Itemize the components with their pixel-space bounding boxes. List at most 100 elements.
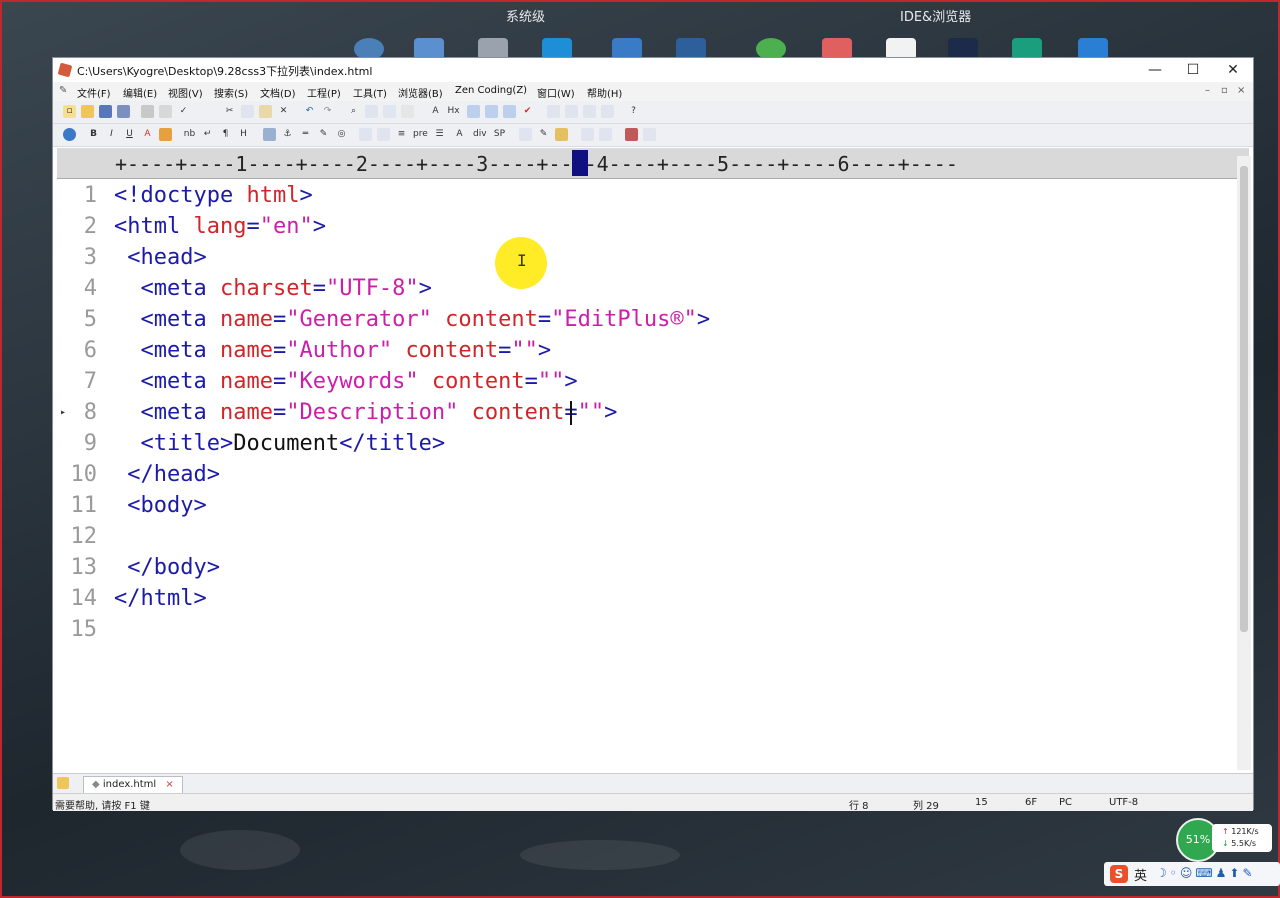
spellcheck-icon[interactable]: ✓ [177, 105, 190, 118]
brush-icon[interactable]: ✎ [537, 128, 550, 141]
code-line[interactable]: 9 <title>Document</title> [57, 428, 1235, 459]
open-folder-icon[interactable] [81, 105, 94, 118]
undo-icon[interactable]: ↶ [303, 105, 316, 118]
code-line[interactable]: 1 <!doctype html> [57, 180, 1235, 211]
panel-icon[interactable] [565, 105, 578, 118]
span-icon[interactable]: SP [493, 128, 506, 141]
save-all-icon[interactable] [117, 105, 130, 118]
code-line[interactable]: 12 [57, 521, 1235, 552]
tools-icon[interactable] [555, 128, 568, 141]
menu-search[interactable]: 搜索(S) [214, 85, 248, 100]
mdi-minimize-button[interactable]: – [1205, 85, 1210, 96]
code-line[interactable]: 5 <meta name="Generator" content="EditPl… [57, 304, 1235, 335]
paragraph-icon[interactable]: ¶ [219, 128, 232, 141]
underline-icon[interactable]: U [123, 128, 136, 141]
image-icon[interactable] [263, 128, 276, 141]
code-line[interactable]: 6 <meta name="Author" content=""> [57, 335, 1235, 366]
find-icon[interactable]: ⌕ [347, 105, 360, 118]
find-in-files-icon[interactable] [383, 105, 396, 118]
panel-icon[interactable] [625, 128, 638, 141]
menu-view[interactable]: 视图(V) [168, 85, 203, 100]
hex-icon[interactable]: Hx [447, 105, 460, 118]
ime-tool-icons[interactable]: ☽◦☺⌨♟⬆✎ [1156, 866, 1256, 880]
menu-document[interactable]: 文档(D) [260, 85, 296, 100]
network-monitor[interactable]: 51% ↑ 121K/s ↓ 5.5K/s [1176, 818, 1280, 862]
menu-browser[interactable]: 浏览器(B) [398, 85, 443, 100]
comment-icon[interactable]: ◎ [335, 128, 348, 141]
line-number-icon[interactable] [503, 105, 516, 118]
code-line[interactable]: 13 </body> [57, 552, 1235, 583]
code-line[interactable]: ▸8 <meta name="Description" content=""> [57, 397, 1235, 428]
code-line[interactable]: 4 <meta charset="UTF-8"> [57, 273, 1235, 304]
folder-icon[interactable] [57, 777, 69, 789]
break-icon[interactable]: ↵ [201, 128, 214, 141]
paste-icon[interactable] [259, 105, 272, 118]
code-line[interactable]: 14 </html> [57, 583, 1235, 614]
save-icon[interactable] [99, 105, 112, 118]
menu-file[interactable]: 文件(F) [77, 85, 111, 100]
code-line[interactable]: 2 <html lang="en"> [57, 211, 1235, 242]
code-line[interactable]: 15 [57, 614, 1235, 645]
ruler-icon[interactable] [485, 105, 498, 118]
bold-icon[interactable]: B [87, 128, 100, 141]
css-icon[interactable] [519, 128, 532, 141]
new-file-icon[interactable]: ▫ [63, 105, 76, 118]
menu-tools[interactable]: 工具(T) [353, 85, 387, 100]
print-icon[interactable] [141, 105, 154, 118]
menu-edit[interactable]: 编辑(E) [123, 85, 157, 100]
nbsp-icon[interactable]: nb [183, 128, 196, 141]
table-icon[interactable] [359, 128, 372, 141]
list-icon[interactable]: ☰ [433, 128, 446, 141]
code-line[interactable]: 3 <head> [57, 242, 1235, 273]
heading-icon[interactable]: H [237, 128, 250, 141]
edit-icon[interactable]: ✎ [317, 128, 330, 141]
code-editor[interactable]: 1 <!doctype html> 2 <html lang="en"> 3 <head… [57, 179, 1235, 773]
center-icon[interactable]: ≡ [395, 128, 408, 141]
div-icon[interactable]: div [473, 128, 487, 141]
maximize-button[interactable]: ☐ [1173, 60, 1213, 80]
text-box-icon[interactable]: A [453, 128, 466, 141]
redo-icon[interactable]: ↷ [321, 105, 334, 118]
help-icon[interactable]: ? [627, 105, 640, 118]
menu-project[interactable]: 工程(P) [307, 85, 341, 100]
panel-icon[interactable] [581, 128, 594, 141]
pre-icon[interactable]: pre [413, 128, 428, 141]
goto-icon[interactable] [401, 105, 414, 118]
vertical-scrollbar[interactable] [1237, 156, 1251, 770]
sogou-logo-icon[interactable]: S [1110, 865, 1128, 883]
menu-window[interactable]: 窗口(W) [537, 85, 575, 100]
cut-icon[interactable]: ✂ [223, 105, 236, 118]
panel-icon[interactable] [547, 105, 560, 118]
copy-icon[interactable] [241, 105, 254, 118]
mdi-restore-button[interactable]: ▫ [1221, 85, 1228, 96]
scrollbar-thumb[interactable] [1240, 166, 1248, 632]
mdi-close-button[interactable]: × [1237, 85, 1245, 96]
tab-close-icon[interactable]: × [165, 779, 173, 790]
browser-icon[interactable] [63, 128, 76, 141]
hr-icon[interactable]: ═ [299, 128, 312, 141]
menu-help[interactable]: 帮助(H) [587, 85, 622, 100]
font-icon[interactable]: A [429, 105, 442, 118]
panel-icon[interactable] [583, 105, 596, 118]
close-button[interactable]: ✕ [1213, 60, 1253, 80]
code-line[interactable]: 11 <body> [57, 490, 1235, 521]
word-wrap-icon[interactable] [467, 105, 480, 118]
anchor-icon[interactable]: ⚓ [281, 128, 294, 141]
code-line[interactable]: 7 <meta name="Keywords" content=""> [57, 366, 1235, 397]
menu-zen-coding[interactable]: Zen Coding(Z) [455, 85, 527, 96]
ime-language-toggle[interactable]: 英 [1134, 865, 1147, 884]
replace-icon[interactable] [365, 105, 378, 118]
check-icon[interactable]: ✔ [521, 105, 534, 118]
color-icon[interactable] [159, 128, 172, 141]
code-line[interactable]: 10 </head> [57, 459, 1235, 490]
panel-icon[interactable] [601, 105, 614, 118]
panel-icon[interactable] [599, 128, 612, 141]
delete-icon[interactable]: ✕ [277, 105, 290, 118]
font-color-icon[interactable]: A [141, 128, 154, 141]
print-preview-icon[interactable] [159, 105, 172, 118]
panel-icon[interactable] [643, 128, 656, 141]
minimize-button[interactable]: — [1135, 60, 1175, 80]
italic-icon[interactable]: I [105, 128, 118, 141]
form-icon[interactable] [377, 128, 390, 141]
document-tab[interactable]: ◆ index.html × [83, 776, 183, 794]
